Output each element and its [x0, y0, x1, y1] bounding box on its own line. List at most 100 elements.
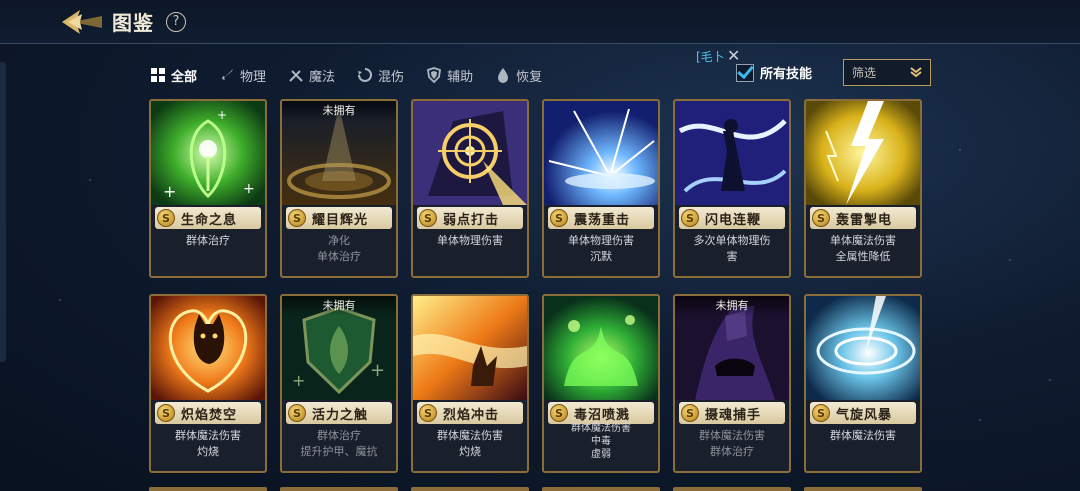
next-row-card-edge	[280, 487, 398, 491]
skill-artwork	[413, 101, 527, 205]
owned-toggle-label: 所有技能	[760, 67, 813, 82]
skill-description: 净化 单体治疗	[282, 233, 396, 265]
skill-description-line: 单体治疗	[317, 250, 361, 263]
filter-tab-magic[interactable]: 魔法	[288, 66, 335, 85]
next-row-card-edge	[542, 487, 660, 491]
skill-art-green: + + +	[151, 101, 265, 205]
skill-name-plate: S 弱点打击	[417, 207, 523, 229]
skill-description-line: 单体物理伤害	[568, 234, 634, 247]
skill-card[interactable]: S 毒沼喷溅 群体魔法伤害 中毒 虚弱	[542, 294, 660, 473]
svg-text:+: +	[163, 182, 176, 201]
skill-description-line: 群体治疗	[317, 429, 361, 442]
skill-name: 耀目辉光	[312, 212, 369, 228]
skill-name-plate: S 烈焰冲击	[417, 402, 523, 424]
skill-name-plate: S 震荡重击	[548, 207, 654, 229]
filter-select[interactable]: 筛选	[843, 59, 931, 86]
skill-card[interactable]: 未拥有 S 耀目辉光 净化 单体治疗	[280, 99, 398, 278]
next-row-card-edge	[673, 487, 791, 491]
skill-name-plate: S 炽焰焚空	[155, 402, 261, 424]
skill-description-line: 中毒	[591, 436, 611, 447]
skill-description-line: 提升护甲、魔抗	[300, 445, 378, 458]
skill-description: 群体治疗提升护甲、魔抗	[282, 428, 396, 460]
skill-art-target	[413, 101, 527, 205]
skill-description-line: 单体物理伤害	[437, 234, 503, 247]
back-button[interactable]	[52, 4, 112, 40]
skill-name: 生命之息	[181, 212, 238, 228]
side-panel-edge[interactable]	[0, 62, 6, 362]
filter-tab-heal[interactable]: 恢复	[495, 66, 542, 85]
skill-art-blue-burst	[544, 101, 658, 205]
skill-description-line: 害	[726, 250, 738, 263]
filter-select-value: 筛选	[852, 66, 877, 80]
skill-description: 群体魔法伤害 群体治疗	[675, 428, 789, 460]
skill-card[interactable]: S 震荡重击 单体物理伤害 沉默	[542, 99, 660, 278]
skill-card[interactable]: 未拥有 S 摄魂捕手 群体魔法伤害 群体治疗	[673, 294, 791, 473]
skill-description: 群体魔法伤害 灼烧	[413, 428, 527, 460]
skill-artwork	[806, 296, 920, 400]
unowned-tag: 未拥有	[282, 101, 396, 121]
filter-tab-mixed[interactable]: 混伤	[357, 66, 404, 85]
rank-badge-icon: S	[681, 209, 699, 227]
skill-name-plate: S 生命之息	[155, 207, 261, 229]
skill-card[interactable]: S 弱点打击单体物理伤害	[411, 99, 529, 278]
rank-badge-icon: S	[419, 404, 437, 422]
skill-card[interactable]: S 轰雷掣电 单体魔法伤害 全属性降低	[804, 99, 922, 278]
checkbox-checked[interactable]	[736, 63, 754, 82]
skill-card[interactable]: + + + S 生命之息群体治疗	[149, 99, 267, 278]
rank-badge-icon: S	[157, 404, 175, 422]
skill-name-plate: S 轰雷掣电	[810, 207, 916, 229]
skill-card[interactable]: + + 未拥有 S 活力之触 群体治疗 提升护甲、魔抗	[280, 294, 398, 473]
skill-description: 多次单体物理伤害	[675, 233, 789, 265]
rank-badge-icon: S	[681, 404, 699, 422]
skill-description-line: 净化	[328, 234, 350, 247]
owned-skills-toggle[interactable]: 所有技能	[736, 63, 812, 82]
skill-name-plate: S 闪电连鞭	[679, 207, 785, 229]
swirl-icon	[358, 68, 373, 82]
skill-name: 轰雷掣电	[836, 212, 893, 228]
skill-card[interactable]: S 烈焰冲击群体魔法伤害 灼烧	[411, 294, 529, 473]
skill-description-line: 多次单体物理伤	[693, 234, 771, 247]
help-icon[interactable]: ?	[166, 11, 186, 32]
skill-artwork	[675, 101, 789, 205]
skill-artwork	[413, 296, 527, 400]
filter-tab-label: 恢复	[516, 69, 543, 85]
skill-description-line: 群体魔法伤害	[830, 429, 896, 442]
skill-card[interactable]: S 气旋风暴群体魔法伤害	[804, 294, 922, 473]
skill-name: 毒沼喷溅	[574, 407, 631, 423]
svg-text:+: +	[370, 360, 385, 381]
overlay-hint-text: [毛卜	[696, 50, 725, 64]
skill-art-fire-cat	[151, 296, 265, 400]
skill-description: 群体魔法伤害 中毒 虚弱	[544, 422, 658, 461]
skill-description: 群体治疗	[151, 233, 265, 249]
skill-description-line: 灼烧	[197, 445, 219, 458]
skill-description-line: 虚弱	[591, 449, 611, 460]
skill-name: 炽焰焚空	[181, 407, 238, 423]
skill-art-lightning-whip	[675, 101, 789, 205]
skill-artwork	[806, 101, 920, 205]
skill-description-line: 群体魔法伤害	[437, 429, 503, 442]
filter-tab-all[interactable]: 全部	[150, 66, 197, 85]
skill-description-line: 群体治疗	[710, 445, 754, 458]
skill-name: 烈焰冲击	[443, 407, 500, 423]
skill-art-cyclone	[806, 296, 920, 400]
filter-tab-physical[interactable]: 物理	[219, 66, 266, 85]
skill-name-plate: S 气旋风暴	[810, 402, 916, 424]
skill-artwork	[544, 296, 658, 400]
svg-text:+: +	[292, 371, 305, 390]
filter-tab-support[interactable]: 辅助	[426, 66, 473, 85]
grid-icon	[151, 68, 165, 82]
sword-icon	[222, 69, 234, 80]
skill-art-flame-wave	[413, 296, 527, 400]
skill-card[interactable]: S 闪电连鞭多次单体物理伤害	[673, 99, 791, 278]
svg-text:+: +	[217, 108, 227, 122]
skill-name: 气旋风暴	[836, 407, 893, 423]
filter-tab-label: 魔法	[309, 69, 336, 85]
rank-badge-icon: S	[812, 209, 830, 227]
skill-art-yellow-bolt	[806, 101, 920, 205]
skill-description-line: 全属性降低	[835, 250, 891, 263]
rank-badge-icon: S	[419, 209, 437, 227]
svg-text:+: +	[243, 181, 255, 197]
skill-card[interactable]: S 炽焰焚空 群体魔法伤害 灼烧	[149, 294, 267, 473]
back-arrow-icon	[62, 9, 102, 34]
chevron-down-icon	[910, 67, 922, 78]
